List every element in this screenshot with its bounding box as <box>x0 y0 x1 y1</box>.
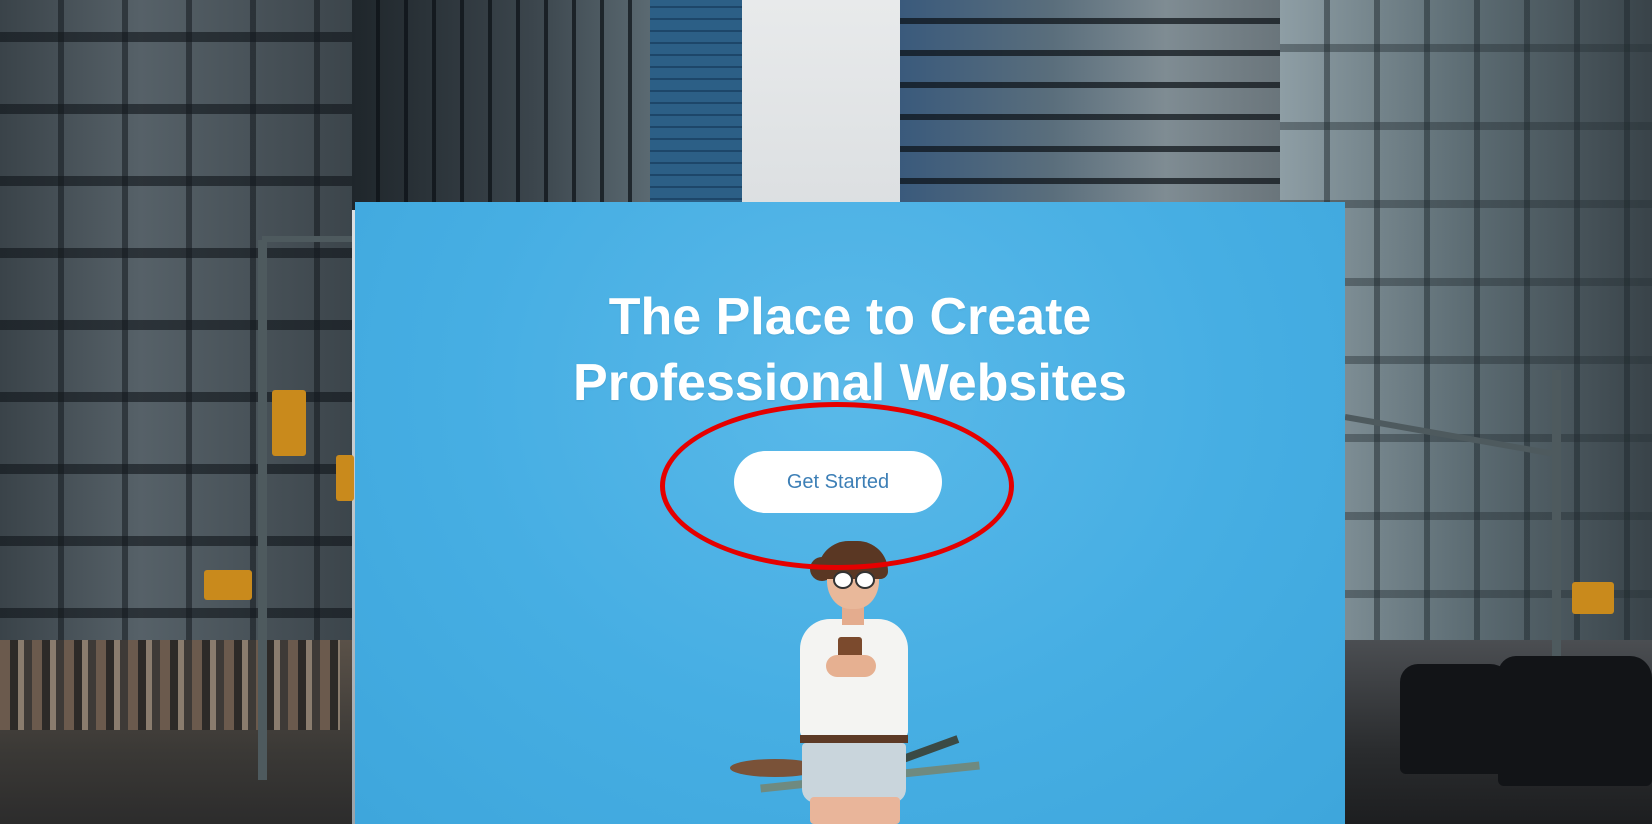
building-center-back <box>900 0 1280 210</box>
red-highlight-circle <box>660 402 1014 570</box>
pedestrian-signal-left <box>204 570 252 600</box>
pedestrians <box>0 640 340 730</box>
sunglasses-icon <box>833 571 875 589</box>
hands <box>826 655 876 677</box>
building-glass <box>650 0 742 210</box>
lamp-pole-left <box>258 240 267 780</box>
traffic-light-left-2 <box>336 455 354 501</box>
traffic-light-right <box>1572 582 1614 614</box>
shorts <box>802 743 906 803</box>
traffic-light-left <box>272 390 306 456</box>
woman-with-coffee-image <box>690 541 1010 824</box>
building-left-back <box>352 0 652 210</box>
hero-title: The Place to Create Professional Website… <box>573 288 1127 412</box>
car-right-1 <box>1400 664 1512 774</box>
car-right-2 <box>1498 656 1652 786</box>
belt <box>800 735 908 743</box>
lamp-arm-left <box>262 236 352 242</box>
legs <box>810 797 900 824</box>
